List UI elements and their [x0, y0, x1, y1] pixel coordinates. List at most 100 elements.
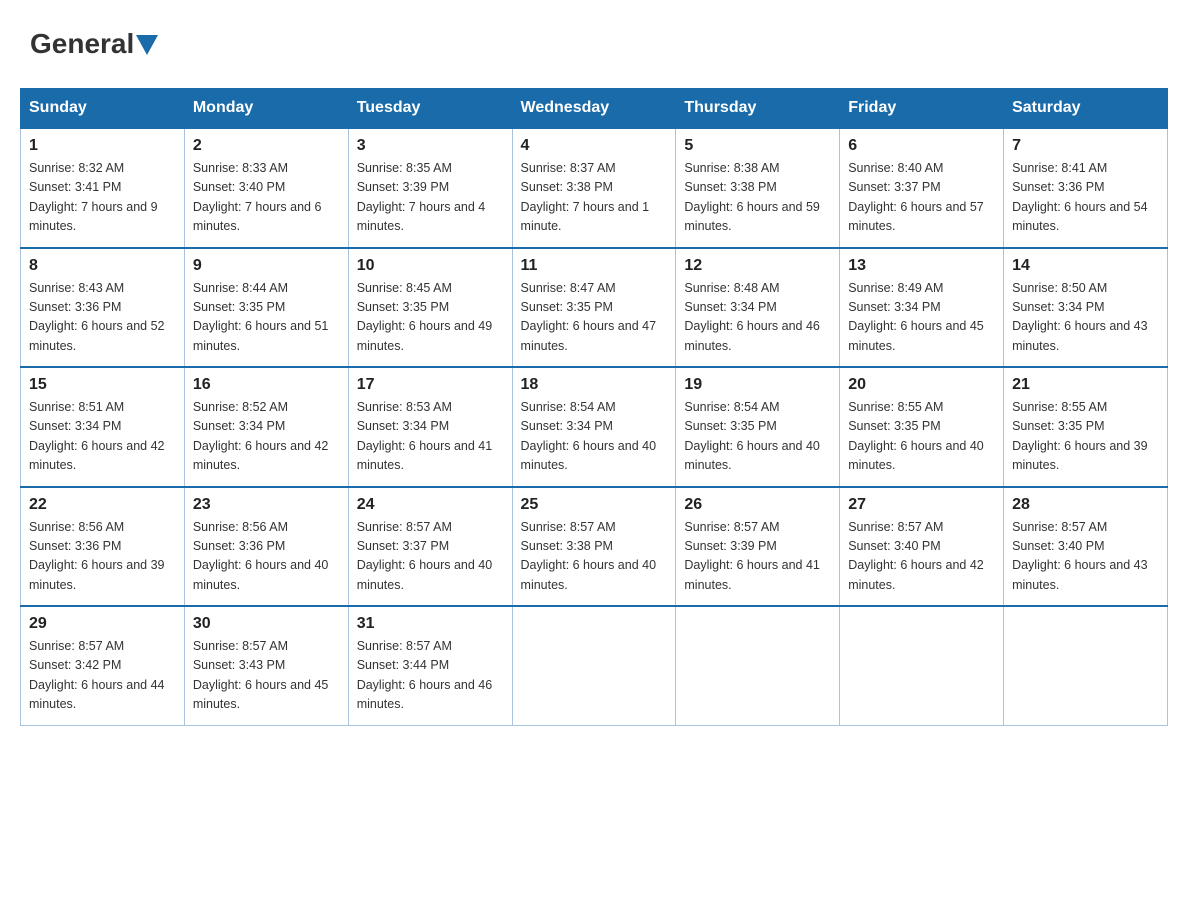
day-number: 31	[357, 615, 504, 633]
day-info: Sunrise: 8:50 AMSunset: 3:34 PMDaylight:…	[1012, 279, 1159, 357]
day-number: 13	[848, 257, 995, 275]
day-info: Sunrise: 8:48 AMSunset: 3:34 PMDaylight:…	[684, 279, 831, 357]
calendar-cell: 7 Sunrise: 8:41 AMSunset: 3:36 PMDayligh…	[1004, 128, 1168, 248]
week-row-1: 1 Sunrise: 8:32 AMSunset: 3:41 PMDayligh…	[21, 128, 1168, 248]
day-number: 25	[521, 496, 668, 514]
day-info: Sunrise: 8:53 AMSunset: 3:34 PMDaylight:…	[357, 398, 504, 476]
calendar-cell: 14 Sunrise: 8:50 AMSunset: 3:34 PMDaylig…	[1004, 248, 1168, 368]
day-info: Sunrise: 8:56 AMSunset: 3:36 PMDaylight:…	[29, 518, 176, 596]
day-number: 22	[29, 496, 176, 514]
day-number: 29	[29, 615, 176, 633]
week-row-3: 15 Sunrise: 8:51 AMSunset: 3:34 PMDaylig…	[21, 367, 1168, 487]
calendar-cell: 21 Sunrise: 8:55 AMSunset: 3:35 PMDaylig…	[1004, 367, 1168, 487]
calendar-cell: 8 Sunrise: 8:43 AMSunset: 3:36 PMDayligh…	[21, 248, 185, 368]
day-info: Sunrise: 8:38 AMSunset: 3:38 PMDaylight:…	[684, 159, 831, 237]
day-info: Sunrise: 8:35 AMSunset: 3:39 PMDaylight:…	[357, 159, 504, 237]
page-header: General	[20, 20, 1168, 68]
day-info: Sunrise: 8:40 AMSunset: 3:37 PMDaylight:…	[848, 159, 995, 237]
calendar-cell: 26 Sunrise: 8:57 AMSunset: 3:39 PMDaylig…	[676, 487, 840, 607]
calendar-cell: 13 Sunrise: 8:49 AMSunset: 3:34 PMDaylig…	[840, 248, 1004, 368]
calendar-cell: 17 Sunrise: 8:53 AMSunset: 3:34 PMDaylig…	[348, 367, 512, 487]
header-friday: Friday	[840, 89, 1004, 129]
day-info: Sunrise: 8:55 AMSunset: 3:35 PMDaylight:…	[1012, 398, 1159, 476]
calendar-cell	[512, 606, 676, 725]
calendar-cell: 9 Sunrise: 8:44 AMSunset: 3:35 PMDayligh…	[184, 248, 348, 368]
day-info: Sunrise: 8:54 AMSunset: 3:35 PMDaylight:…	[684, 398, 831, 476]
calendar-cell: 25 Sunrise: 8:57 AMSunset: 3:38 PMDaylig…	[512, 487, 676, 607]
calendar-cell: 3 Sunrise: 8:35 AMSunset: 3:39 PMDayligh…	[348, 128, 512, 248]
day-info: Sunrise: 8:57 AMSunset: 3:40 PMDaylight:…	[1012, 518, 1159, 596]
day-info: Sunrise: 8:57 AMSunset: 3:40 PMDaylight:…	[848, 518, 995, 596]
logo-text-general: General	[30, 30, 134, 58]
calendar-cell: 22 Sunrise: 8:56 AMSunset: 3:36 PMDaylig…	[21, 487, 185, 607]
day-info: Sunrise: 8:57 AMSunset: 3:37 PMDaylight:…	[357, 518, 504, 596]
day-info: Sunrise: 8:51 AMSunset: 3:34 PMDaylight:…	[29, 398, 176, 476]
header-monday: Monday	[184, 89, 348, 129]
calendar-cell: 1 Sunrise: 8:32 AMSunset: 3:41 PMDayligh…	[21, 128, 185, 248]
day-info: Sunrise: 8:54 AMSunset: 3:34 PMDaylight:…	[521, 398, 668, 476]
day-number: 11	[521, 257, 668, 275]
calendar-cell: 6 Sunrise: 8:40 AMSunset: 3:37 PMDayligh…	[840, 128, 1004, 248]
calendar-cell: 28 Sunrise: 8:57 AMSunset: 3:40 PMDaylig…	[1004, 487, 1168, 607]
day-number: 4	[521, 137, 668, 155]
day-info: Sunrise: 8:49 AMSunset: 3:34 PMDaylight:…	[848, 279, 995, 357]
calendar-cell: 24 Sunrise: 8:57 AMSunset: 3:37 PMDaylig…	[348, 487, 512, 607]
day-number: 17	[357, 376, 504, 394]
calendar-cell: 15 Sunrise: 8:51 AMSunset: 3:34 PMDaylig…	[21, 367, 185, 487]
week-row-5: 29 Sunrise: 8:57 AMSunset: 3:42 PMDaylig…	[21, 606, 1168, 725]
calendar-cell: 5 Sunrise: 8:38 AMSunset: 3:38 PMDayligh…	[676, 128, 840, 248]
day-number: 10	[357, 257, 504, 275]
day-number: 2	[193, 137, 340, 155]
day-number: 23	[193, 496, 340, 514]
day-info: Sunrise: 8:56 AMSunset: 3:36 PMDaylight:…	[193, 518, 340, 596]
day-number: 6	[848, 137, 995, 155]
day-number: 14	[1012, 257, 1159, 275]
calendar-cell: 30 Sunrise: 8:57 AMSunset: 3:43 PMDaylig…	[184, 606, 348, 725]
calendar-cell: 23 Sunrise: 8:56 AMSunset: 3:36 PMDaylig…	[184, 487, 348, 607]
day-info: Sunrise: 8:41 AMSunset: 3:36 PMDaylight:…	[1012, 159, 1159, 237]
day-info: Sunrise: 8:57 AMSunset: 3:39 PMDaylight:…	[684, 518, 831, 596]
day-number: 5	[684, 137, 831, 155]
header-wednesday: Wednesday	[512, 89, 676, 129]
header-sunday: Sunday	[21, 89, 185, 129]
calendar-header-row: SundayMondayTuesdayWednesdayThursdayFrid…	[21, 89, 1168, 129]
day-info: Sunrise: 8:57 AMSunset: 3:38 PMDaylight:…	[521, 518, 668, 596]
day-number: 15	[29, 376, 176, 394]
week-row-4: 22 Sunrise: 8:56 AMSunset: 3:36 PMDaylig…	[21, 487, 1168, 607]
day-number: 12	[684, 257, 831, 275]
day-info: Sunrise: 8:57 AMSunset: 3:42 PMDaylight:…	[29, 637, 176, 715]
day-number: 21	[1012, 376, 1159, 394]
logo-arrow-icon	[136, 35, 158, 55]
day-number: 7	[1012, 137, 1159, 155]
header-tuesday: Tuesday	[348, 89, 512, 129]
calendar-cell: 2 Sunrise: 8:33 AMSunset: 3:40 PMDayligh…	[184, 128, 348, 248]
day-info: Sunrise: 8:57 AMSunset: 3:44 PMDaylight:…	[357, 637, 504, 715]
calendar-table: SundayMondayTuesdayWednesdayThursdayFrid…	[20, 88, 1168, 726]
logo: General	[30, 30, 158, 58]
day-info: Sunrise: 8:47 AMSunset: 3:35 PMDaylight:…	[521, 279, 668, 357]
day-number: 16	[193, 376, 340, 394]
calendar-cell: 16 Sunrise: 8:52 AMSunset: 3:34 PMDaylig…	[184, 367, 348, 487]
calendar-cell: 18 Sunrise: 8:54 AMSunset: 3:34 PMDaylig…	[512, 367, 676, 487]
day-info: Sunrise: 8:57 AMSunset: 3:43 PMDaylight:…	[193, 637, 340, 715]
calendar-cell: 20 Sunrise: 8:55 AMSunset: 3:35 PMDaylig…	[840, 367, 1004, 487]
calendar-cell: 19 Sunrise: 8:54 AMSunset: 3:35 PMDaylig…	[676, 367, 840, 487]
day-number: 20	[848, 376, 995, 394]
day-info: Sunrise: 8:55 AMSunset: 3:35 PMDaylight:…	[848, 398, 995, 476]
calendar-cell: 31 Sunrise: 8:57 AMSunset: 3:44 PMDaylig…	[348, 606, 512, 725]
calendar-cell: 12 Sunrise: 8:48 AMSunset: 3:34 PMDaylig…	[676, 248, 840, 368]
day-number: 18	[521, 376, 668, 394]
day-info: Sunrise: 8:44 AMSunset: 3:35 PMDaylight:…	[193, 279, 340, 357]
calendar-cell	[840, 606, 1004, 725]
day-number: 19	[684, 376, 831, 394]
calendar-cell	[1004, 606, 1168, 725]
day-info: Sunrise: 8:33 AMSunset: 3:40 PMDaylight:…	[193, 159, 340, 237]
day-info: Sunrise: 8:43 AMSunset: 3:36 PMDaylight:…	[29, 279, 176, 357]
calendar-cell: 29 Sunrise: 8:57 AMSunset: 3:42 PMDaylig…	[21, 606, 185, 725]
header-thursday: Thursday	[676, 89, 840, 129]
calendar-cell: 11 Sunrise: 8:47 AMSunset: 3:35 PMDaylig…	[512, 248, 676, 368]
day-number: 27	[848, 496, 995, 514]
header-saturday: Saturday	[1004, 89, 1168, 129]
day-number: 1	[29, 137, 176, 155]
week-row-2: 8 Sunrise: 8:43 AMSunset: 3:36 PMDayligh…	[21, 248, 1168, 368]
